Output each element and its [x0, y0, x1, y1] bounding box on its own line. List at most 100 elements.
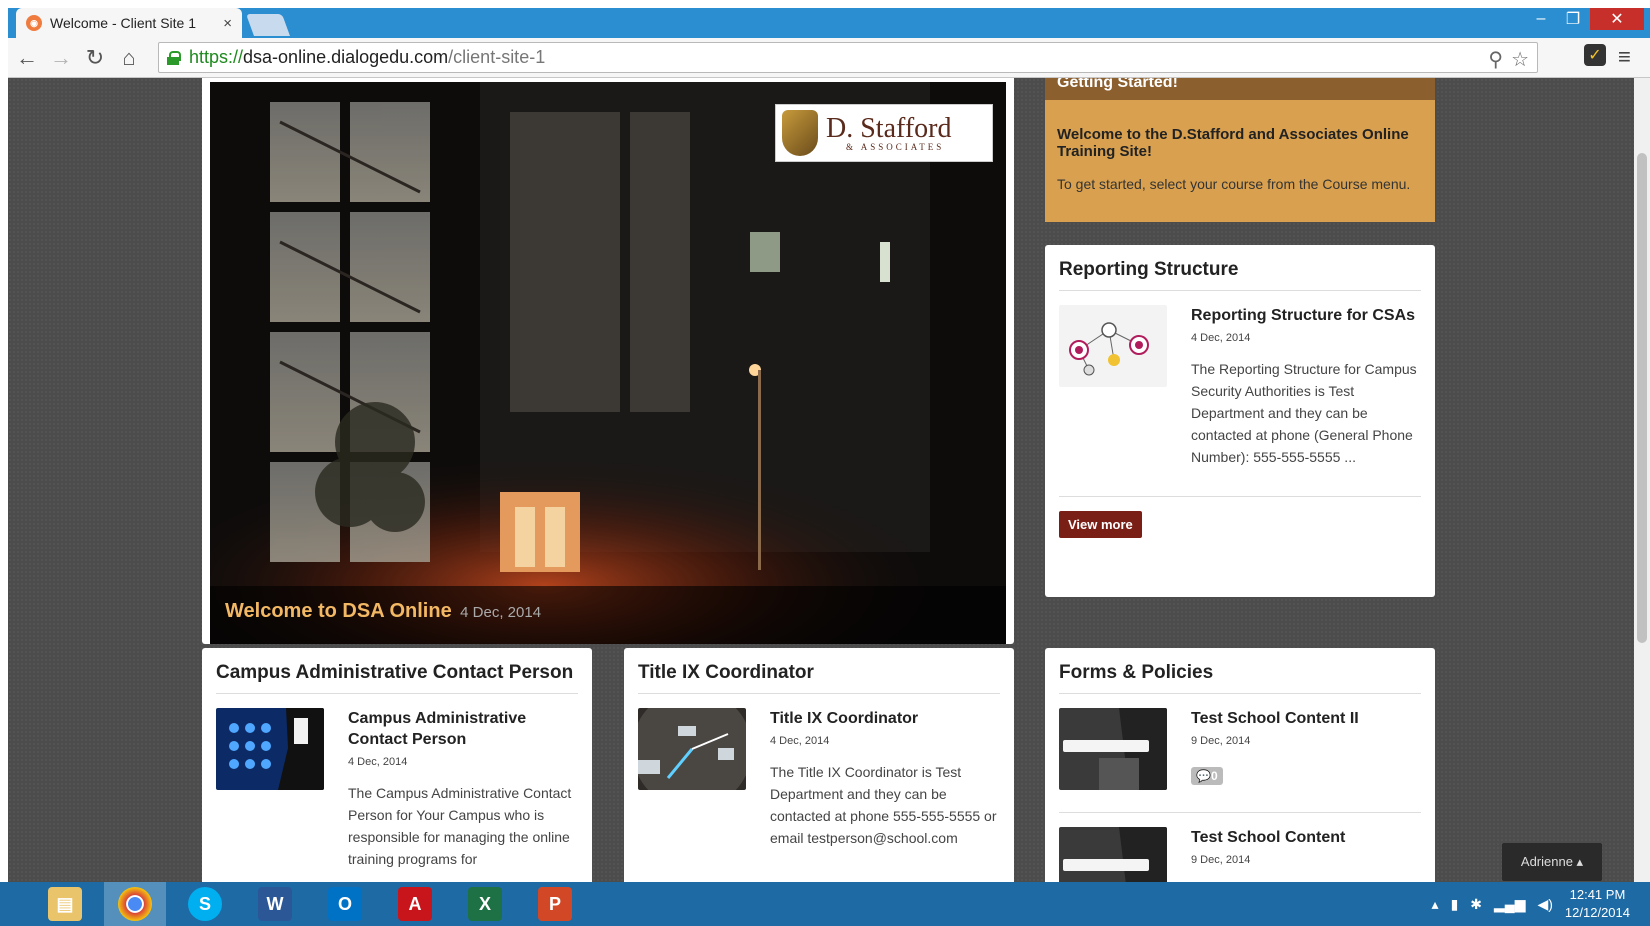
hero-caption-date: 4 Dec, 2014: [460, 604, 542, 621]
taskbar-clock[interactable]: 12:41 PM 12/12/2014: [1565, 886, 1630, 922]
new-tab-button[interactable]: [245, 14, 291, 36]
comment-count: 0: [1210, 769, 1218, 783]
back-arrow-icon[interactable]: ←: [12, 43, 42, 73]
powerpoint-icon: P: [538, 887, 572, 921]
excel-icon: X: [468, 887, 502, 921]
logo-sub-text: & ASSOCIATES: [846, 141, 945, 152]
list-item: Reporting Structure for CSAs 4 Dec, 2014…: [1059, 305, 1421, 468]
campus-admin-article-date: 4 Dec, 2014: [348, 756, 408, 768]
hero-caption: Welcome to DSA Online 4 Dec, 2014: [210, 586, 1006, 644]
volume-icon[interactable]: ◀): [1537, 896, 1552, 913]
hero-building-image: [210, 82, 1006, 644]
menu-icon[interactable]: ≡: [1618, 44, 1631, 70]
taskbar-acrobat[interactable]: A: [384, 882, 446, 926]
skype-icon: S: [188, 887, 222, 921]
comment-icon: 💬: [1196, 769, 1211, 783]
forms-item1-date: 9 Dec, 2014: [1191, 735, 1251, 747]
reporting-structure-heading: Reporting Structure: [1059, 259, 1421, 291]
taskbar-excel[interactable]: X: [454, 882, 516, 926]
word-icon: W: [258, 887, 292, 921]
shield-logo-icon: [782, 110, 818, 156]
page-viewport: D. Stafford & ASSOCIATES Welcome to DSA …: [8, 78, 1642, 882]
hero-caption-title[interactable]: Welcome to DSA Online: [225, 600, 452, 622]
getting-started-title: Welcome to the D.Stafford and Associates…: [1057, 126, 1409, 160]
comment-count-badge[interactable]: 💬 0: [1191, 767, 1223, 785]
home-icon[interactable]: ⌂: [114, 43, 144, 73]
campus-admin-card: Campus Administrative Contact Person Cam…: [202, 648, 592, 882]
address-bar[interactable]: https:// dsa-online.dialogedu.com /clien…: [158, 42, 1538, 73]
extension-icon[interactable]: ✓: [1584, 44, 1606, 66]
divider: [1059, 496, 1421, 497]
reporting-article-title[interactable]: Reporting Structure for CSAs: [1191, 305, 1421, 326]
forms-item2-title[interactable]: Test School Content: [1191, 827, 1421, 848]
getting-started-header: Getting Started!: [1045, 78, 1435, 100]
title-ix-article-date: 4 Dec, 2014: [770, 735, 830, 747]
title-ix-article-title[interactable]: Title IX Coordinator: [770, 708, 1000, 729]
campus-admin-heading: Campus Administrative Contact Person: [216, 662, 578, 694]
campus-admin-thumbnail[interactable]: [216, 708, 324, 790]
title-ix-thumbnail[interactable]: [638, 708, 746, 790]
folder-icon: ▤: [48, 887, 82, 921]
search-icon[interactable]: ⚲: [1488, 47, 1503, 72]
title-ix-heading: Title IX Coordinator: [638, 662, 1000, 694]
browser-titlebar: ◉ Welcome - Client Site 1 × – ❐ ✕: [0, 0, 1650, 38]
taskbar-outlook[interactable]: O: [314, 882, 376, 926]
forms-item1-title[interactable]: Test School Content II: [1191, 708, 1421, 729]
power-icon[interactable]: ▮: [1451, 896, 1459, 913]
forms-policies-card: Forms & Policies Test School Content II …: [1045, 648, 1435, 882]
taskbar-skype[interactable]: S: [174, 882, 236, 926]
taskbar-powerpoint[interactable]: P: [524, 882, 586, 926]
list-item: Title IX Coordinator 4 Dec, 2014 The Tit…: [638, 708, 1000, 849]
bookmark-star-icon[interactable]: ☆: [1511, 47, 1529, 72]
scrollbar-thumb[interactable]: [1637, 153, 1647, 643]
browser-tab[interactable]: ◉ Welcome - Client Site 1 ×: [16, 8, 242, 38]
window-maximize-button[interactable]: ❐: [1558, 8, 1588, 30]
clock-date: 12/12/2014: [1564, 905, 1630, 920]
reporting-structure-card: Reporting Structure Reporting Structure …: [1045, 245, 1435, 597]
reporting-article-date: 4 Dec, 2014: [1191, 332, 1251, 344]
network-icon[interactable]: ▂▄▆: [1494, 896, 1525, 913]
url-host: dsa-online.dialogedu.com: [243, 47, 449, 67]
campus-admin-article-text: The Campus Administrative Contact Person…: [348, 785, 572, 867]
view-more-button[interactable]: View more: [1059, 511, 1142, 538]
title-ix-article-text: The Title IX Coordinator is Test Departm…: [770, 764, 997, 846]
divider: [1059, 812, 1421, 813]
acrobat-icon: A: [398, 887, 432, 921]
forms-item2-date: 9 Dec, 2014: [1191, 854, 1251, 866]
forms-item2-thumbnail[interactable]: [1059, 827, 1167, 882]
lock-icon: [167, 50, 181, 65]
dstafford-logo: D. Stafford & ASSOCIATES: [775, 104, 993, 162]
list-item: Campus Administrative Contact Person 4 D…: [216, 708, 578, 870]
list-item: Test School Content II 9 Dec, 2014 💬 0: [1059, 708, 1421, 790]
windows-taskbar: ▤ S W O A X P ▴ ▮ ✱ ▂▄▆ ◀) 12:41 PM 12/1…: [0, 882, 1650, 926]
sync-icon[interactable]: ✱: [1470, 896, 1482, 913]
reporting-article-text: The Reporting Structure for Campus Secur…: [1191, 361, 1417, 465]
reload-icon[interactable]: ↻: [80, 43, 110, 73]
title-ix-card: Title IX Coordinator Title IX Coordinato…: [624, 648, 1014, 882]
browser-toolbar: ← → ↻ ⌂ https:// dsa-online.dialogedu.co…: [8, 38, 1650, 78]
getting-started-text: To get started, select your course from …: [1057, 176, 1411, 192]
page-scrollbar[interactable]: [1634, 78, 1650, 882]
hero-slide[interactable]: D. Stafford & ASSOCIATES Welcome to DSA …: [210, 82, 1006, 644]
forward-arrow-icon[interactable]: →: [46, 43, 76, 73]
url-path: /client-site-1: [448, 47, 546, 67]
window-minimize-button[interactable]: –: [1526, 8, 1556, 30]
taskbar-word[interactable]: W: [244, 882, 306, 926]
forms-policies-heading: Forms & Policies: [1059, 662, 1421, 694]
tab-close-icon[interactable]: ×: [223, 15, 232, 32]
user-menu-button[interactable]: Adrienne ▴: [1502, 843, 1602, 881]
outlook-icon: O: [328, 887, 362, 921]
logo-main-text: D. Stafford: [826, 112, 952, 144]
taskbar-explorer[interactable]: ▤: [34, 882, 96, 926]
reporting-structure-thumbnail[interactable]: [1059, 305, 1167, 387]
campus-admin-article-title[interactable]: Campus Administrative Contact Person: [348, 708, 578, 750]
taskbar-chrome[interactable]: [104, 882, 166, 926]
window-close-button[interactable]: ✕: [1590, 8, 1644, 30]
chrome-icon: [118, 887, 152, 921]
url-scheme: https://: [189, 47, 244, 67]
tab-title: Welcome - Client Site 1: [50, 15, 197, 31]
tray-expand-icon[interactable]: ▴: [1432, 896, 1439, 913]
tab-favicon-icon: ◉: [26, 15, 42, 31]
forms-item1-thumbnail[interactable]: [1059, 708, 1167, 790]
clock-time: 12:41 PM: [1569, 887, 1626, 902]
